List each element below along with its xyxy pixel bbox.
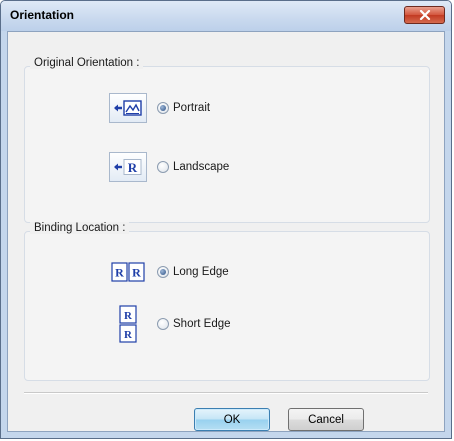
landscape-option[interactable]: R Landscape <box>109 152 229 182</box>
landscape-orientation-icon[interactable]: R <box>109 152 147 182</box>
short-edge-binding-icon[interactable]: R R <box>109 303 147 345</box>
close-icon <box>419 10 430 20</box>
long-edge-binding-icon[interactable]: R R <box>109 257 147 287</box>
svg-text:R: R <box>124 329 133 341</box>
binding-location-label: Binding Location : <box>30 222 130 234</box>
landscape-label: Landscape <box>173 161 230 173</box>
cancel-button[interactable]: Cancel <box>288 408 364 431</box>
svg-text:R: R <box>128 160 138 175</box>
svg-text:R: R <box>115 266 124 280</box>
separator <box>24 392 428 394</box>
close-button[interactable] <box>404 6 445 24</box>
original-orientation-group: Original Orientation : Portrait R Landsc… <box>24 57 430 223</box>
portrait-radio[interactable] <box>157 102 169 114</box>
binding-location-group: Binding Location : R R Long Edge R R Sho… <box>24 222 430 381</box>
title-bar[interactable]: Orientation <box>1 1 451 31</box>
dialog-title: Orientation <box>10 8 75 22</box>
landscape-radio[interactable] <box>157 161 169 173</box>
long-edge-label: Long Edge <box>173 266 229 278</box>
svg-text:R: R <box>132 266 141 280</box>
short-edge-label: Short Edge <box>173 318 231 330</box>
short-edge-radio[interactable] <box>157 318 169 330</box>
svg-text:R: R <box>124 310 133 322</box>
portrait-option[interactable]: Portrait <box>109 93 210 123</box>
dialog-body: Original Orientation : Portrait R Landsc… <box>7 31 445 432</box>
portrait-orientation-icon[interactable] <box>109 93 147 123</box>
long-edge-radio[interactable] <box>157 266 169 278</box>
portrait-label: Portrait <box>173 102 211 114</box>
short-edge-option[interactable]: R R Short Edge <box>109 303 231 345</box>
ok-button[interactable]: OK <box>194 408 270 431</box>
orientation-dialog: Orientation Original Orientation : Portr… <box>0 0 452 439</box>
long-edge-option[interactable]: R R Long Edge <box>109 257 229 287</box>
original-orientation-label: Original Orientation : <box>30 57 144 69</box>
